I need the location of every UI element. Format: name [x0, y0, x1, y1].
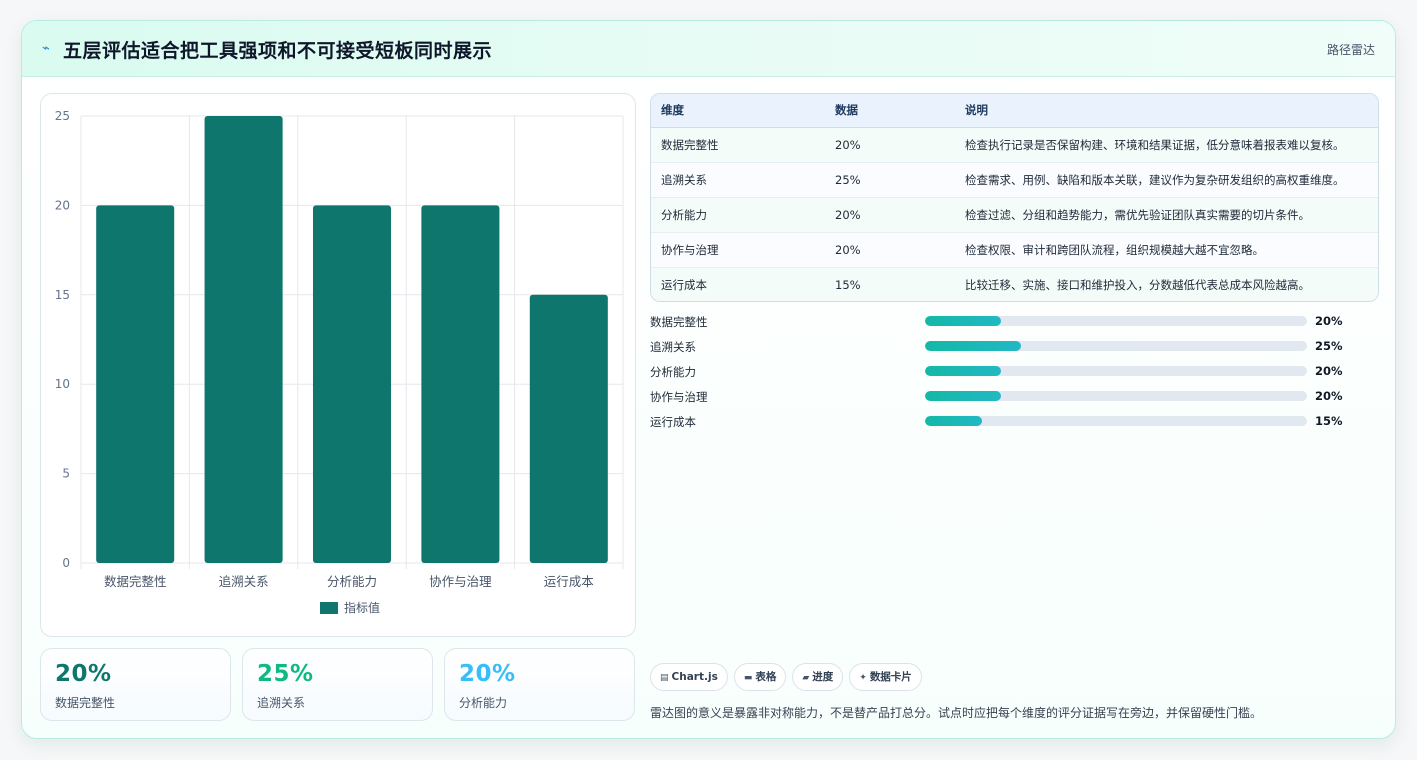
table-cell: 检查执行记录是否保留构建、环境和结果证据，低分意味着报表难以复核。 — [955, 127, 1378, 163]
progress-label: 追溯关系 — [650, 340, 696, 354]
y-tick-label: 20 — [55, 198, 70, 212]
table-cell: 追溯关系 — [651, 162, 825, 198]
sparkle-icon: ✦ — [859, 673, 867, 683]
progress-value: 20% — [1315, 314, 1343, 328]
bar — [312, 205, 392, 563]
table-cell: 分析能力 — [651, 197, 825, 233]
table-row: 运行成本 15% 比较迁移、实施、接口和维护投入，分数越低代表总成本风险越高。 — [651, 267, 1378, 301]
progress-label: 分析能力 — [650, 365, 696, 379]
table-cell: 检查需求、用例、缺陷和版本关联，建议作为复杂研发组织的高权重维度。 — [955, 162, 1378, 198]
table-cell: 25% — [825, 162, 955, 198]
footer-note: 雷达图的意义是暴露非对称能力，不是替产品打总分。试点时应把每个维度的评分证据写在… — [650, 706, 1263, 720]
bar-chart: 0 5 10 15 20 25 数据完整性 追溯关系 分析能力 协作与治理 运行成本指标值 — [55, 109, 624, 615]
stat-card: 20% 数据完整性 — [40, 648, 231, 721]
x-tick-label: 分析能力 — [327, 574, 377, 589]
progress-label: 数据完整性 — [650, 315, 708, 329]
chip-label: Chart.js — [671, 671, 718, 683]
progress-value: 15% — [1315, 414, 1343, 428]
table-cell: 15% — [825, 267, 955, 301]
stat-card: 25% 追溯关系 — [242, 648, 433, 721]
progress-list: 数据完整性 20% 追溯关系 25% 分析能力 20% 协作与治理 20% 运行… — [650, 311, 1379, 436]
table-cell: 20% — [825, 232, 955, 268]
chip-label: 表格 — [755, 671, 777, 683]
progress-track — [925, 391, 1307, 401]
progress-label: 协作与治理 — [650, 390, 708, 404]
table-cell: 数据完整性 — [651, 127, 825, 163]
progress-track — [925, 416, 1307, 426]
tech-chips: ▤ Chart.js ▬ 表格 ▰ 进度 ✦ 数据卡片 — [650, 663, 928, 691]
stat-value: 20% — [459, 661, 516, 687]
bar — [529, 294, 608, 563]
progress-row: 协作与治理 20% — [650, 386, 1379, 411]
chip-label: 数据卡片 — [869, 671, 912, 683]
x-tick-label: 数据完整性 — [104, 574, 167, 589]
x-tick-label: 追溯关系 — [219, 574, 269, 589]
stat-label: 追溯关系 — [257, 696, 306, 710]
chip-label: 进度 — [812, 671, 834, 683]
stat-label: 分析能力 — [459, 696, 508, 710]
column-header: 说明 — [955, 94, 1378, 128]
stat-value: 25% — [257, 661, 314, 687]
progress-track — [925, 341, 1307, 351]
table-cell: 检查过滤、分组和趋势能力，需优先验证团队真实需要的切片条件。 — [955, 197, 1378, 233]
column-header: 维度 — [651, 94, 825, 128]
legend-label: 指标值 — [344, 600, 380, 615]
stat-card: 20% 分析能力 — [444, 648, 635, 721]
chip-progress[interactable]: ▰ 进度 — [792, 663, 844, 691]
table-row: 协作与治理 20% 检查权限、审计和跨团队流程，组织规模越大越不宜忽略。 — [651, 232, 1378, 268]
progress-label: 运行成本 — [650, 415, 696, 429]
dimension-table: 维度 数据 说明 数据完整性 20% 检查执行记录是否保留构建、环境和结果证据，… — [650, 93, 1379, 302]
progress-value: 20% — [1315, 364, 1343, 378]
table-cell: 运行成本 — [651, 267, 825, 301]
bar — [421, 205, 500, 563]
table-header-row: 维度 数据 说明 — [651, 94, 1378, 128]
y-tick-label: 5 — [62, 467, 70, 481]
y-tick-label: 10 — [55, 377, 70, 391]
dashboard-card: ⌁ 五层评估适合把工具强项和不可接受短板同时展示 路径雷达 0 5 10 15 20 25… — [21, 20, 1396, 739]
progress-row: 追溯关系 25% — [650, 336, 1379, 361]
table-cell: 比较迁移、实施、接口和维护投入，分数越低代表总成本风险越高。 — [955, 267, 1378, 301]
y-tick-label: 0 — [62, 556, 70, 570]
table-row: 追溯关系 25% 检查需求、用例、缺陷和版本关联，建议作为复杂研发组织的高权重维… — [651, 162, 1378, 198]
progress-fill — [925, 416, 983, 426]
table-row: 分析能力 20% 检查过滤、分组和趋势能力，需优先验证团队真实需要的切片条件。 — [651, 197, 1378, 233]
progress-value: 20% — [1315, 389, 1343, 403]
progress-row: 运行成本 15% — [650, 411, 1379, 436]
stat-label: 数据完整性 — [55, 696, 116, 710]
chip-chartjs[interactable]: ▤ Chart.js — [650, 663, 728, 691]
page-title: 五层评估适合把工具强项和不可接受短板同时展示 — [63, 40, 493, 62]
stat-value: 20% — [55, 661, 112, 687]
table-icon: ▬ — [743, 673, 753, 683]
progress-track — [925, 366, 1307, 376]
progress-row: 分析能力 20% — [650, 361, 1379, 386]
progress-icon: ▰ — [802, 673, 810, 683]
progress-fill — [925, 391, 1002, 401]
x-tick-label: 协作与治理 — [429, 574, 492, 589]
legend-swatch — [320, 602, 338, 614]
bar — [96, 205, 175, 563]
column-header: 数据 — [825, 94, 955, 128]
x-tick-label: 运行成本 — [544, 574, 595, 589]
y-tick-label: 15 — [55, 288, 70, 302]
progress-row: 数据完整性 20% — [650, 311, 1379, 336]
table-cell: 20% — [825, 127, 955, 163]
header-bar: ⌁ 五层评估适合把工具强项和不可接受短板同时展示 路径雷达 — [22, 21, 1395, 77]
progress-fill — [925, 366, 1002, 376]
progress-value: 25% — [1315, 339, 1343, 353]
progress-fill — [925, 316, 1002, 326]
chip-table[interactable]: ▬ 表格 — [733, 663, 787, 691]
progress-track — [925, 316, 1307, 326]
progress-fill — [925, 341, 1021, 351]
chip-data-card[interactable]: ✦ 数据卡片 — [849, 663, 922, 691]
header-tag: 路径雷达 — [1326, 43, 1375, 57]
bar — [204, 116, 283, 563]
table-row: 数据完整性 20% 检查执行记录是否保留构建、环境和结果证据，低分意味着报表难以… — [651, 127, 1378, 163]
chart-icon: ▤ — [660, 673, 669, 683]
table-cell: 协作与治理 — [651, 232, 825, 268]
pulse-icon: ⌁ — [42, 41, 50, 56]
y-tick-label: 25 — [55, 109, 70, 123]
table-cell: 检查权限、审计和跨团队流程，组织规模越大越不宜忽略。 — [955, 232, 1378, 268]
bar-chart-panel: 0 5 10 15 20 25 数据完整性 追溯关系 分析能力 协作与治理 运行成本指标值 — [40, 93, 636, 637]
table-cell: 20% — [825, 197, 955, 233]
